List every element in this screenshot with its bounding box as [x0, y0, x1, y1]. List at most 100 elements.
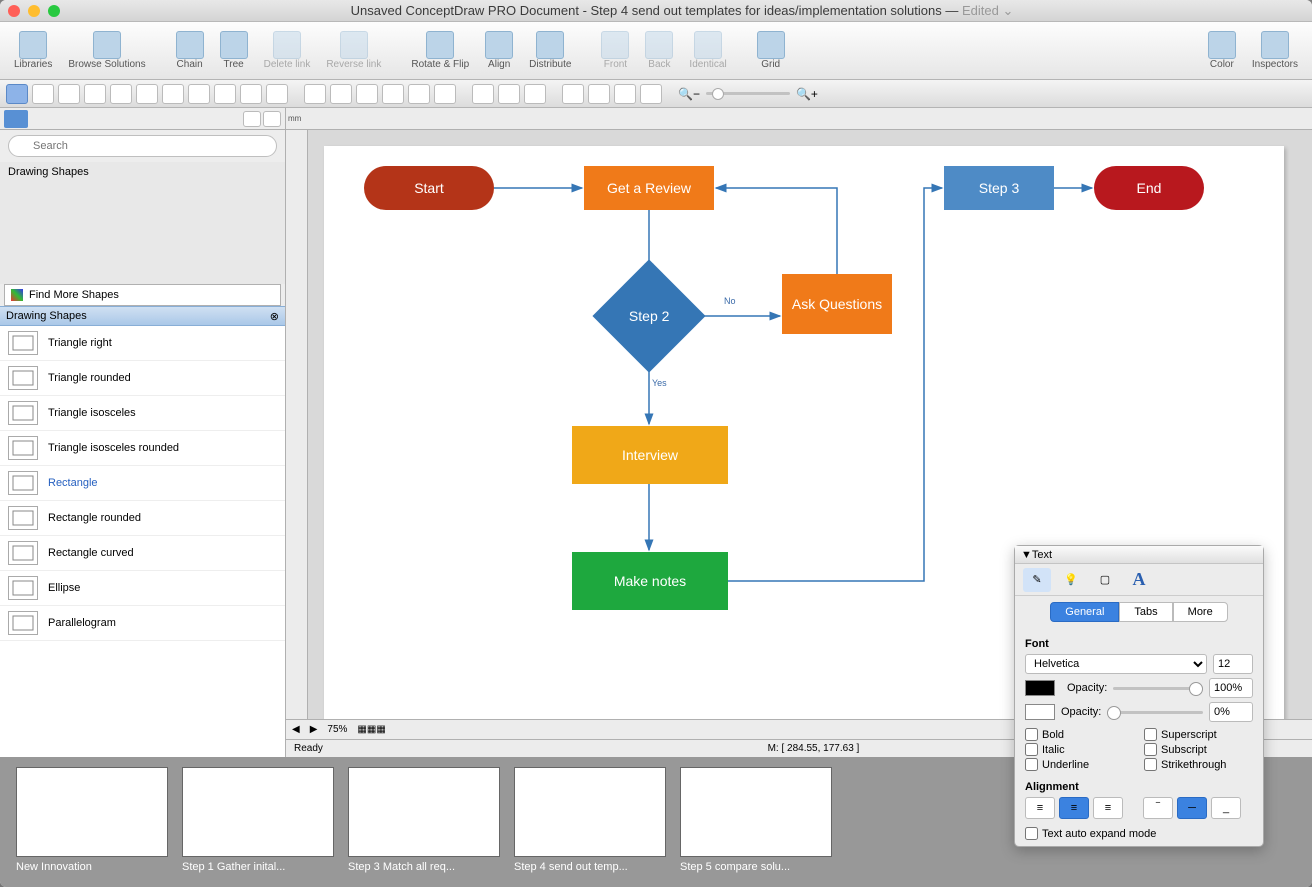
- opacity-field-1[interactable]: [1209, 678, 1253, 698]
- inspector-mode-pen-icon[interactable]: ✎: [1023, 568, 1051, 592]
- stamp-icon[interactable]: [614, 84, 636, 104]
- chain-button[interactable]: Chain: [170, 29, 210, 72]
- browse-button[interactable]: Browse Solutions: [62, 29, 151, 72]
- sidebar-tab-shapes[interactable]: [4, 110, 28, 128]
- node-interview[interactable]: Interview: [572, 426, 728, 484]
- text-bg-swatch[interactable]: [1025, 704, 1055, 720]
- style-bold[interactable]: Bold: [1025, 728, 1134, 741]
- auto-expand-checkbox[interactable]: [1025, 827, 1038, 840]
- shape-item[interactable]: Triangle isosceles rounded: [0, 431, 285, 466]
- shape-item[interactable]: Triangle rounded: [0, 361, 285, 396]
- inspectors-button[interactable]: Inspectors: [1246, 29, 1304, 72]
- zoom-control[interactable]: 🔍− 🔍+: [678, 87, 818, 101]
- zoom-slider[interactable]: [706, 92, 790, 95]
- prev-page-icon[interactable]: ◀: [292, 724, 300, 735]
- find-more-shapes-button[interactable]: Find More Shapes: [4, 284, 281, 306]
- node-step2[interactable]: Step 2: [592, 259, 705, 372]
- page-thumb[interactable]: Step 3 Match all req...: [348, 767, 500, 877]
- close-icon[interactable]: ⊗: [270, 310, 279, 323]
- back-button[interactable]: Back: [639, 29, 679, 72]
- rotate-button[interactable]: Rotate & Flip: [405, 29, 475, 72]
- section-icon[interactable]: [498, 84, 520, 104]
- eyedropper-icon[interactable]: [640, 84, 662, 104]
- inspector-title[interactable]: ▼Text: [1015, 546, 1263, 564]
- window-close-button[interactable]: [8, 5, 20, 17]
- valign-bottom-button[interactable]: _: [1211, 797, 1241, 819]
- line-tool-icon[interactable]: [304, 84, 326, 104]
- align-left-button[interactable]: ≡: [1025, 797, 1055, 819]
- node-notes[interactable]: Make notes: [572, 552, 728, 610]
- inspector-tab-general[interactable]: General: [1050, 602, 1119, 622]
- connector5-tool-icon[interactable]: [214, 84, 236, 104]
- zoom-out-icon[interactable]: 🔍−: [678, 87, 700, 101]
- opacity-slider-1[interactable]: [1113, 687, 1203, 690]
- connector7-tool-icon[interactable]: [266, 84, 288, 104]
- shape-item[interactable]: Rectangle curved: [0, 536, 285, 571]
- valign-top-button[interactable]: ‾: [1143, 797, 1173, 819]
- zoom-label[interactable]: 75%: [327, 724, 347, 735]
- node-start[interactable]: Start: [364, 166, 494, 210]
- style-strikethrough[interactable]: Strikethrough: [1144, 758, 1253, 771]
- page-thumb[interactable]: Step 1 Gather inital...: [182, 767, 334, 877]
- reverse-button[interactable]: Reverse link: [320, 29, 387, 72]
- text-tool-icon[interactable]: [84, 84, 106, 104]
- shape-item[interactable]: Rectangle: [0, 466, 285, 501]
- opacity-field-2[interactable]: [1209, 702, 1253, 722]
- inspector-mode-font-icon[interactable]: A: [1125, 568, 1153, 592]
- connector6-tool-icon[interactable]: [240, 84, 262, 104]
- style-underline[interactable]: Underline: [1025, 758, 1134, 771]
- window-maximize-button[interactable]: [48, 5, 60, 17]
- inspector-mode-bulb-icon[interactable]: 💡: [1057, 568, 1085, 592]
- bezier-tool-icon[interactable]: [408, 84, 430, 104]
- window-minimize-button[interactable]: [28, 5, 40, 17]
- shape-item[interactable]: Triangle isosceles: [0, 396, 285, 431]
- pointer-tool-icon[interactable]: [6, 84, 28, 104]
- rect-tool-icon[interactable]: [32, 84, 54, 104]
- arc-tool-icon[interactable]: [356, 84, 378, 104]
- page-thumb[interactable]: New Innovation: [16, 767, 168, 877]
- color-button[interactable]: Color: [1202, 29, 1242, 72]
- edit-points-icon[interactable]: [472, 84, 494, 104]
- identical-button[interactable]: Identical: [683, 29, 732, 72]
- libraries-button[interactable]: Libraries: [8, 29, 58, 72]
- zoom-in-icon[interactable]: 🔍+: [796, 87, 818, 101]
- distribute-button[interactable]: Distribute: [523, 29, 577, 72]
- align-button[interactable]: Align: [479, 29, 519, 72]
- tree-button[interactable]: Tree: [214, 29, 254, 72]
- page-thumb[interactable]: Step 5 compare solu...: [680, 767, 832, 877]
- shape-item[interactable]: Rectangle rounded: [0, 501, 285, 536]
- freehand-tool-icon[interactable]: [434, 84, 456, 104]
- view-controls[interactable]: ▦▦▦: [357, 724, 385, 735]
- shape-item[interactable]: Parallelogram: [0, 606, 285, 641]
- shape-item[interactable]: Ellipse: [0, 571, 285, 606]
- inspector-mode-shadow-icon[interactable]: ▢: [1091, 568, 1119, 592]
- deletelink-button[interactable]: Delete link: [258, 29, 317, 72]
- connector-tool-icon[interactable]: [110, 84, 132, 104]
- connector2-tool-icon[interactable]: [136, 84, 158, 104]
- hand-icon[interactable]: [588, 84, 610, 104]
- font-family-select[interactable]: Helvetica: [1025, 654, 1207, 674]
- sidebar-search-icon[interactable]: [263, 111, 281, 127]
- text-inspector[interactable]: ▼Text ✎ 💡 ▢ A GeneralTabsMore Font Helve…: [1014, 545, 1264, 847]
- group-icon[interactable]: [524, 84, 546, 104]
- connector4-tool-icon[interactable]: [188, 84, 210, 104]
- node-review[interactable]: Get a Review: [584, 166, 714, 210]
- style-italic[interactable]: Italic: [1025, 743, 1134, 756]
- node-step3[interactable]: Step 3: [944, 166, 1054, 210]
- front-button[interactable]: Front: [595, 29, 635, 72]
- inspector-tab-more[interactable]: More: [1173, 602, 1228, 622]
- opacity-slider-2[interactable]: [1107, 711, 1203, 714]
- node-end[interactable]: End: [1094, 166, 1204, 210]
- text-color-swatch[interactable]: [1025, 680, 1055, 696]
- align-right-button[interactable]: ≡: [1093, 797, 1123, 819]
- grid-button[interactable]: Grid: [751, 29, 791, 72]
- shape-item[interactable]: Triangle right: [0, 326, 285, 361]
- polyline-tool-icon[interactable]: [382, 84, 404, 104]
- ellipse-tool-icon[interactable]: [58, 84, 80, 104]
- magnify-icon[interactable]: [562, 84, 584, 104]
- align-center-button[interactable]: ≡: [1059, 797, 1089, 819]
- drawing-shapes-panel-header[interactable]: Drawing Shapes ⊗: [0, 306, 285, 326]
- sidebar-grid-icon[interactable]: [243, 111, 261, 127]
- connector3-tool-icon[interactable]: [162, 84, 184, 104]
- node-ask[interactable]: Ask Questions: [782, 274, 892, 334]
